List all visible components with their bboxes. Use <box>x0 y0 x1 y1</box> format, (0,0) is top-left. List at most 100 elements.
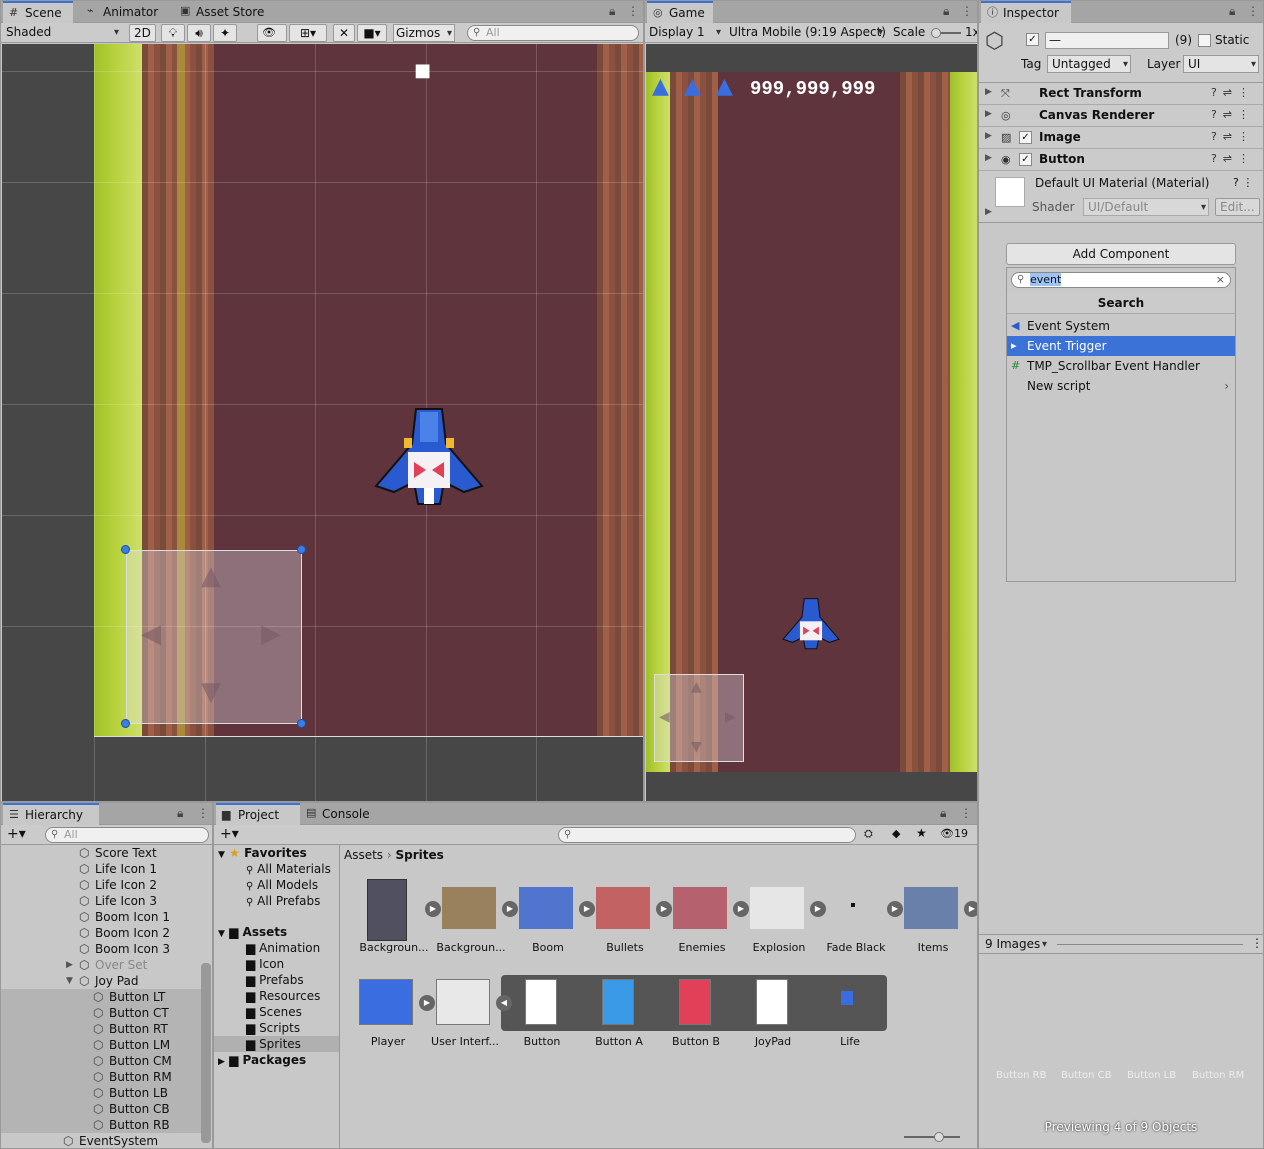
expand-play-icon[interactable]: ▶ <box>810 901 826 917</box>
lock-icon[interactable]: 🔒︎ <box>1229 4 1235 19</box>
breadcrumb-sprites[interactable]: Sprites <box>396 848 444 862</box>
button-enabled-checkbox[interactable]: ✓ <box>1019 153 1032 166</box>
folder-sprites[interactable]: ▆ Sprites <box>214 1036 339 1052</box>
tab-hierarchy[interactable]: ☰ Hierarchy <box>3 803 99 825</box>
hierarchy-item[interactable]: ⬡ Button RB <box>1 1117 202 1133</box>
active-checkbox[interactable]: ✓ <box>1026 33 1039 46</box>
hierarchy-item[interactable]: ▶ ⬡ Over Set <box>1 957 202 973</box>
aspect-dropdown[interactable]: Ultra Mobile (9:19 Aspect) <box>729 24 885 42</box>
favorite-star-icon[interactable]: ★ <box>916 826 927 840</box>
folder-prefabs[interactable]: ▆ Prefabs <box>246 972 304 988</box>
expand-play-icon[interactable]: ▶ <box>964 901 977 917</box>
hierarchy-item[interactable]: ⬡ Score Text <box>1 845 202 861</box>
kebab-menu-icon[interactable]: ⋮ <box>197 806 209 820</box>
static-label[interactable]: Static <box>1215 33 1249 47</box>
rect-handle[interactable] <box>297 545 306 554</box>
preview-dropdown[interactable]: 9 Images <box>985 936 1049 954</box>
result-tmp-scrollbar-handler[interactable]: # TMP_Scrollbar Event Handler <box>1007 356 1235 376</box>
player-ship[interactable] <box>374 404 484 514</box>
rect-handle[interactable] <box>121 545 130 554</box>
fav-all-models[interactable]: ⚲ All Models <box>246 877 318 893</box>
kebab-menu-icon[interactable]: ⋮ <box>627 4 639 18</box>
kebab-menu-icon[interactable]: ⋮ <box>1251 936 1263 950</box>
hierarchy-item[interactable]: ⬡ Button RT <box>1 1021 202 1037</box>
expand-play-icon[interactable]: ▶ <box>733 901 749 917</box>
camera-dropdown-icon[interactable]: ■▾ <box>357 24 387 42</box>
filter-type-icon[interactable]: ⛭ <box>864 827 873 841</box>
project-search-input[interactable]: ⚲ <box>558 827 856 843</box>
icon-size-slider[interactable] <box>904 1132 960 1142</box>
result-new-script[interactable]: New script › <box>1007 376 1235 396</box>
component-rect-transform[interactable]: ▶ ⤧ Rect Transform ?⇌⋮ <box>979 83 1263 105</box>
layer-dropdown[interactable]: UI <box>1183 55 1259 73</box>
fav-all-materials[interactable]: ⚲ All Materials <box>246 861 331 877</box>
component-image[interactable]: ▶ ▨ ✓ Image ?⇌⋮ <box>979 127 1263 149</box>
expand-play-icon[interactable]: ▶ <box>419 995 435 1011</box>
fav-all-prefabs[interactable]: ⚲ All Prefabs <box>246 893 320 909</box>
hierarchy-item[interactable]: ⬡ Life Icon 2 <box>1 877 202 893</box>
image-enabled-checkbox[interactable]: ✓ <box>1019 131 1032 144</box>
shading-dropdown[interactable]: Shaded <box>6 24 121 42</box>
lock-icon[interactable]: 🔒︎ <box>609 4 615 19</box>
component-button[interactable]: ▶ ◉ ✓ Button ?⇌⋮ <box>979 149 1263 171</box>
material-help-icon[interactable]: ? ⋮ <box>1233 176 1253 189</box>
hierarchy-item[interactable]: ⬡ Boom Icon 2 <box>1 925 202 941</box>
component-search-input[interactable]: ⚲ event × <box>1011 272 1231 288</box>
add-plus-icon[interactable]: +▾ <box>7 826 26 842</box>
component-actions-icon[interactable]: ?⇌⋮ <box>1211 108 1255 121</box>
tab-animator[interactable]: ⌁ Animator <box>81 1 171 23</box>
folder-resources[interactable]: ▆ Resources <box>246 988 320 1004</box>
tab-scene[interactable]: # Scene <box>3 1 73 23</box>
game-viewport[interactable]: ▲ ▲ ▲ 999,999,999 ▲ ◀ ▶ ▼ <box>646 44 977 801</box>
component-actions-icon[interactable]: ?⇌⋮ <box>1211 152 1255 165</box>
grid-snap-icon[interactable]: ⊞▾ <box>289 24 327 42</box>
hierarchy-item[interactable]: ⬡ Boom Icon 3 <box>1 941 202 957</box>
static-checkbox[interactable] <box>1198 34 1211 47</box>
folder-animation[interactable]: ▆ Animation <box>246 940 320 956</box>
rect-handle[interactable] <box>297 719 306 728</box>
folder-scripts[interactable]: ▆ Scripts <box>246 1020 300 1036</box>
shader-dropdown[interactable]: UI/Default <box>1083 198 1209 216</box>
expand-play-icon[interactable]: ▶ <box>656 901 672 917</box>
expand-play-icon[interactable]: ▶ <box>425 901 441 917</box>
hierarchy-item[interactable]: ⬡ Button CB <box>1 1101 202 1117</box>
scene-visibility-button[interactable]: 👁︎1 <box>257 24 287 55</box>
component-actions-icon[interactable]: ?⇌⋮ <box>1211 86 1255 99</box>
kebab-menu-icon[interactable]: ⋮ <box>1247 4 1259 18</box>
gizmos-dropdown[interactable]: Gizmos <box>393 24 455 42</box>
hierarchy-item[interactable]: ▼ ⬡ Joy Pad <box>1 973 202 989</box>
lock-icon[interactable]: 🔒︎ <box>940 806 946 821</box>
camera-gizmo-icon[interactable]: ■ <box>414 60 431 81</box>
tab-project[interactable]: ▆ Project <box>216 803 300 825</box>
result-event-trigger[interactable]: ▸ Event Trigger <box>1007 336 1235 356</box>
filter-label-icon[interactable]: ◆ <box>892 827 900 840</box>
scale-slider[interactable] <box>931 28 961 38</box>
fold-arrow-icon[interactable]: ▶ <box>66 957 73 973</box>
tab-game[interactable]: ◎ Game <box>647 1 713 23</box>
lock-icon[interactable]: 🔒︎ <box>943 4 949 19</box>
display-dropdown[interactable]: Display 1 <box>649 24 723 42</box>
fold-arrow-icon[interactable]: ▶ <box>985 207 992 217</box>
lock-icon[interactable]: 🔒︎ <box>177 806 183 821</box>
hierarchy-item[interactable]: ⬡ Button LT <box>1 989 202 1005</box>
packages-row[interactable]: ▶ ▆ Packages <box>218 1052 306 1068</box>
scene-search-input[interactable]: ⚲ All <box>467 25 639 41</box>
add-plus-icon[interactable]: +▾ <box>220 826 239 842</box>
assets-row[interactable]: ▼ ▆ Assets <box>218 924 287 940</box>
collapse-play-icon[interactable]: ◀ <box>496 995 512 1011</box>
rect-handle[interactable] <box>121 719 130 728</box>
toggle-2d-button[interactable]: 2D <box>129 24 156 42</box>
hidden-packages-button[interactable]: 👁︎19 <box>940 827 968 840</box>
shader-edit-button[interactable]: Edit... <box>1215 198 1260 216</box>
hierarchy-item[interactable]: ⬡ Button RM <box>1 1069 202 1085</box>
component-actions-icon[interactable]: ?⇌⋮ <box>1211 130 1255 143</box>
tools-icon[interactable]: ✕ <box>333 24 355 42</box>
hierarchy-item[interactable]: ⬡ Button LB <box>1 1085 202 1101</box>
expand-play-icon[interactable]: ▶ <box>887 901 903 917</box>
hierarchy-item[interactable]: ⬡ Button LM <box>1 1037 202 1053</box>
hierarchy-scrollbar[interactable] <box>201 963 211 1143</box>
clear-search-icon[interactable]: × <box>1216 273 1225 287</box>
hierarchy-item[interactable]: ⬡ Life Icon 1 <box>1 861 202 877</box>
kebab-menu-icon[interactable]: ⋮ <box>961 4 973 18</box>
add-component-button[interactable]: Add Component <box>1006 243 1236 265</box>
